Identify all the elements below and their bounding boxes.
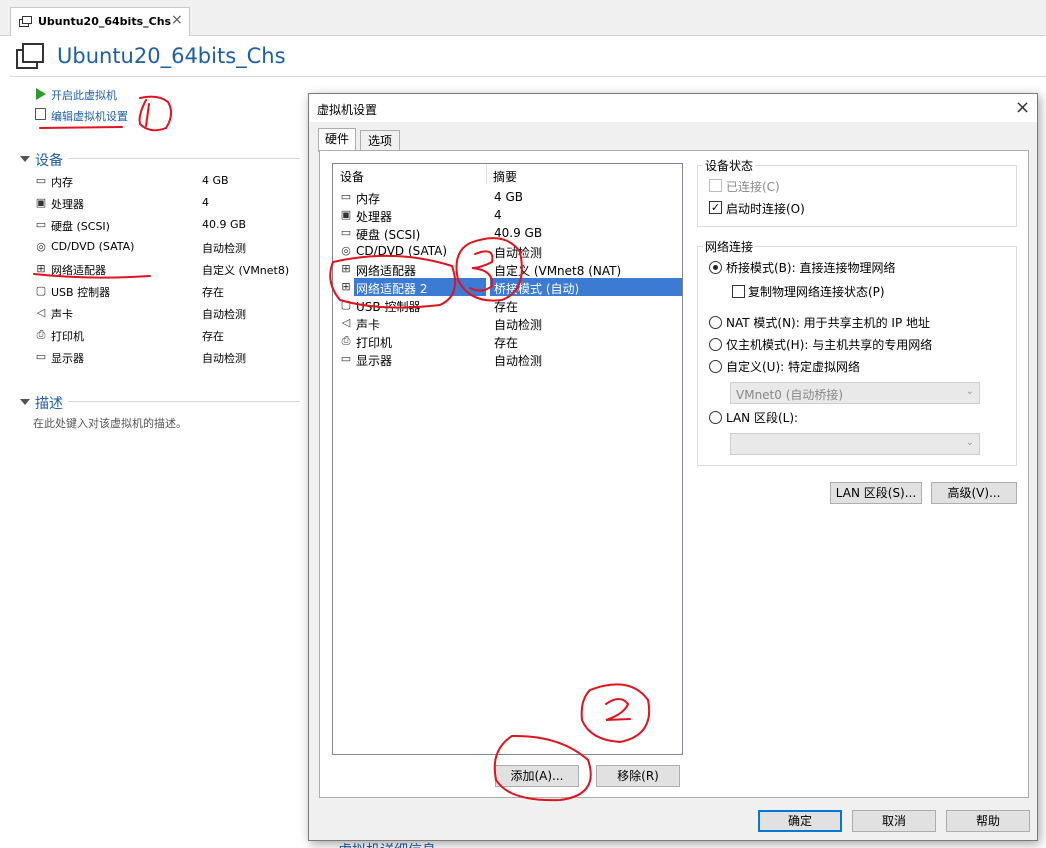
annotation-digit bbox=[469, 250, 494, 292]
annotation-underline bbox=[33, 273, 151, 279]
annotation-circle bbox=[329, 254, 456, 309]
annotation-circle bbox=[138, 95, 172, 132]
annotation-digit bbox=[605, 698, 631, 721]
annotation-overlay bbox=[33, 95, 651, 802]
annotation-circle bbox=[455, 237, 523, 302]
annotation-digit bbox=[145, 103, 150, 127]
annotation-circle bbox=[580, 683, 651, 744]
annotation-circle bbox=[493, 734, 592, 802]
annotation-underline bbox=[39, 126, 123, 129]
